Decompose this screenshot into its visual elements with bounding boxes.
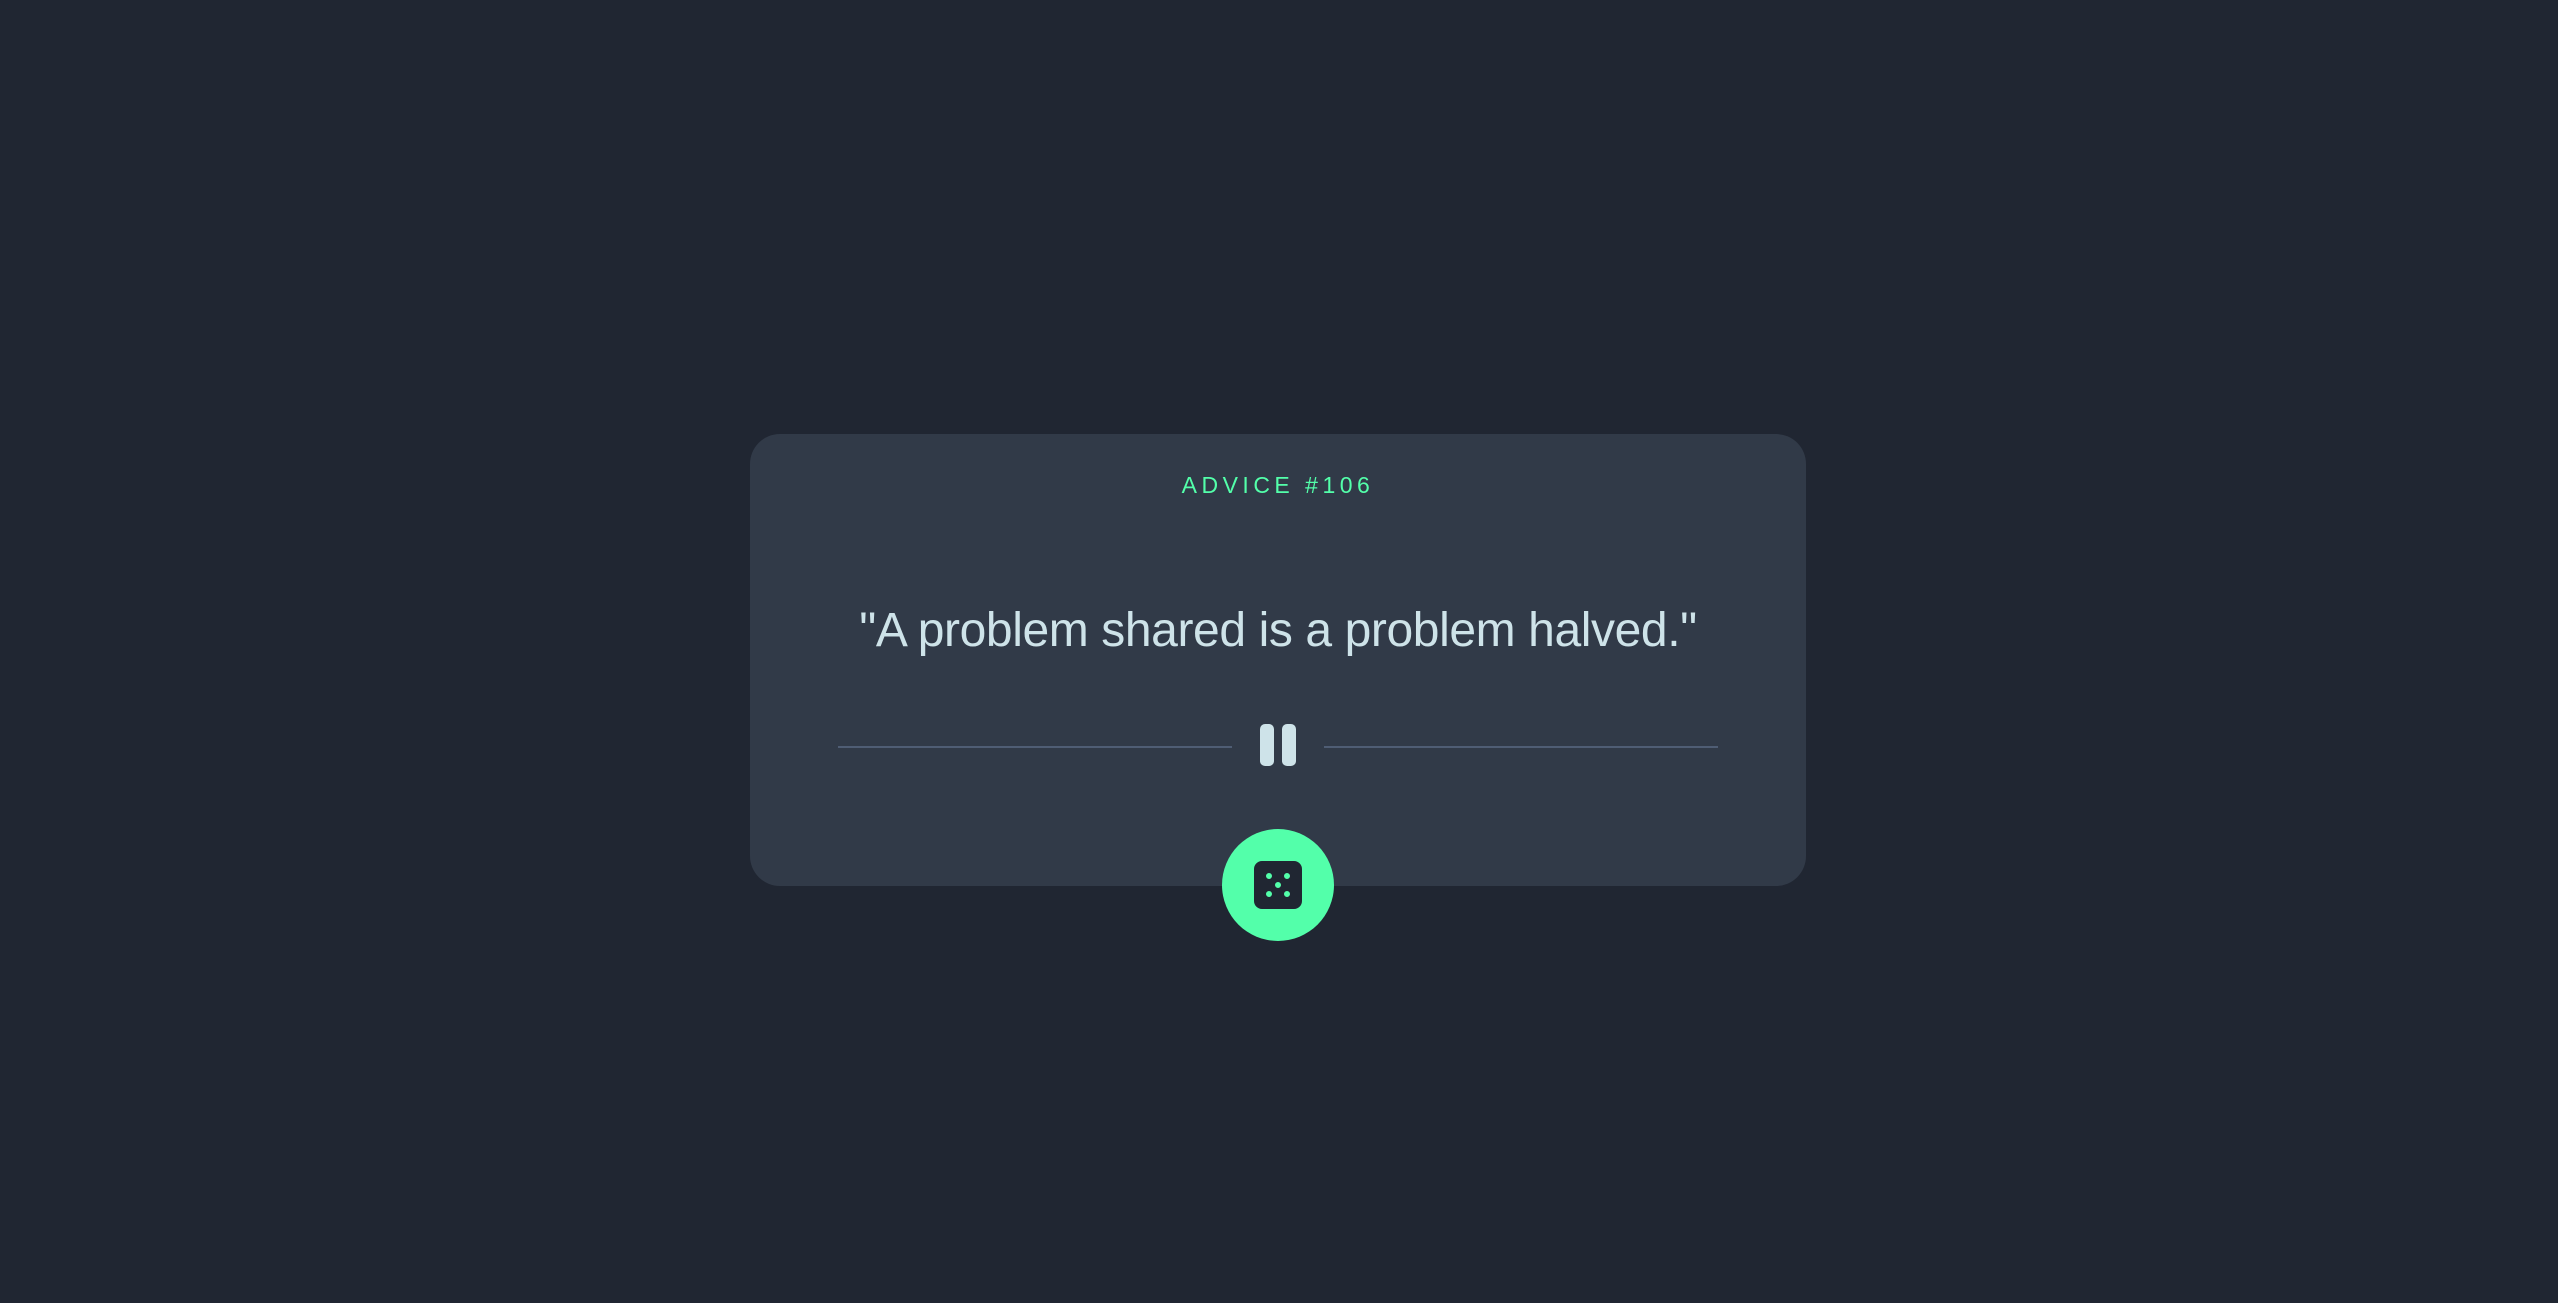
dice-icon — [1254, 861, 1302, 909]
page: ADVICE #106 "A problem shared is a probl… — [0, 0, 2558, 1303]
new-advice-button[interactable] — [1222, 829, 1334, 941]
divider-line-right — [1324, 746, 1718, 748]
divider-line-left — [838, 746, 1232, 748]
pause-bar-right — [1282, 724, 1296, 766]
divider — [838, 724, 1718, 770]
advice-id-label: ADVICE #106 — [1181, 472, 1375, 498]
advice-quote: "A problem shared is a problem halved." — [859, 604, 1697, 657]
pause-icon — [1260, 724, 1296, 766]
pause-bar-left — [1260, 724, 1274, 766]
advice-card: ADVICE #106 "A problem shared is a probl… — [750, 434, 1806, 886]
